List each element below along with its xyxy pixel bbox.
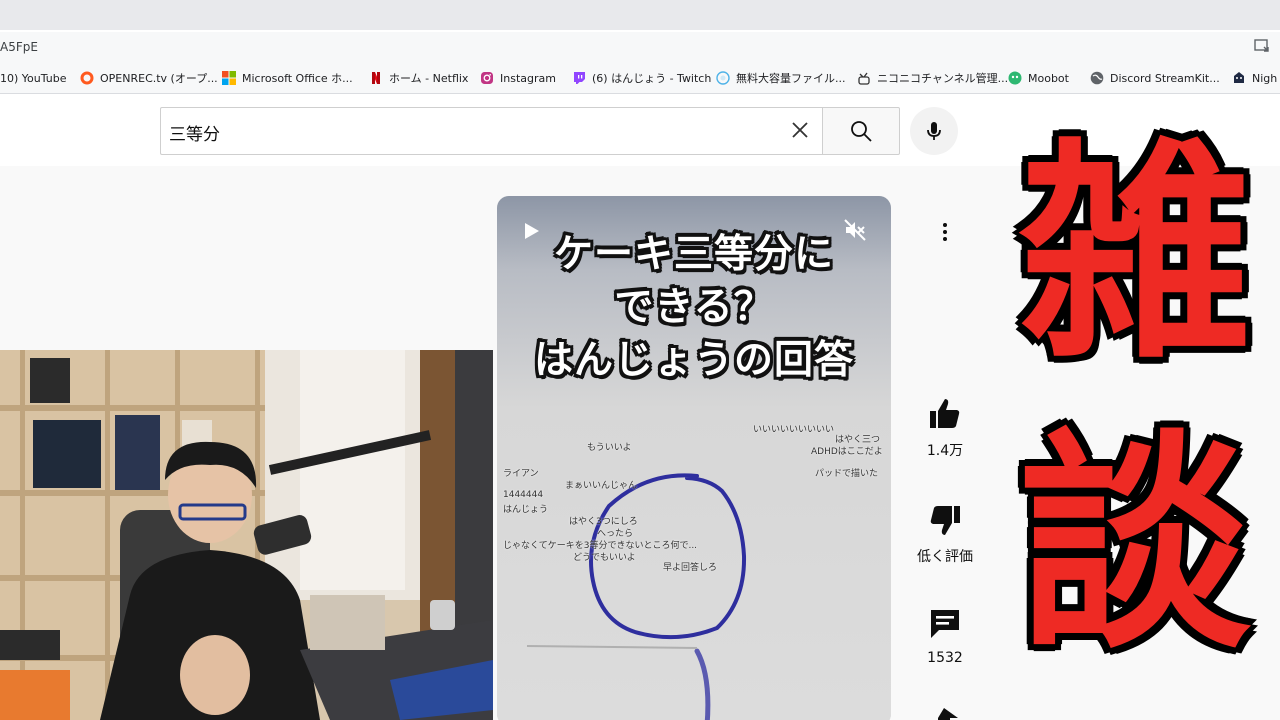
clear-search-button[interactable] xyxy=(786,116,814,144)
moobot-icon xyxy=(1008,71,1022,85)
bookmark-youtube[interactable]: 10) YouTube xyxy=(0,70,67,86)
webcam-feed xyxy=(0,350,493,720)
comment-text: ADHDはここだよ xyxy=(811,447,883,457)
globe-icon xyxy=(1090,71,1104,85)
bookmark-file-transfer[interactable]: 無料大容量ファイル... xyxy=(716,70,846,86)
bookmark-instagram[interactable]: Instagram xyxy=(480,70,556,86)
install-app-icon[interactable] xyxy=(1254,38,1270,54)
bookmark-netflix[interactable]: ホーム - Netflix xyxy=(369,70,468,86)
comment-text: はんじょう xyxy=(503,505,549,515)
comment-icon xyxy=(931,610,959,638)
comments-button[interactable]: 1532 xyxy=(905,606,985,666)
like-count: 1.4万 xyxy=(926,443,964,459)
bookmark-nightbot[interactable]: Nigh xyxy=(1232,70,1277,86)
file-transfer-icon xyxy=(716,71,730,85)
comment-text: まぁいいんじゃん xyxy=(565,481,638,491)
comment-text: 早よ回答しろ xyxy=(663,563,718,573)
more-vert-icon xyxy=(943,223,947,241)
search-input[interactable]: 三等分 xyxy=(160,107,823,155)
mute-icon[interactable] xyxy=(843,218,867,242)
search-button[interactable] xyxy=(822,107,900,155)
comment-text: どうでもいいよ xyxy=(573,553,636,563)
bookmark-microsoft-office[interactable]: Microsoft Office ホ... xyxy=(222,70,353,86)
nightbot-icon xyxy=(1234,72,1244,83)
microsoft-icon xyxy=(222,71,236,85)
dislike-label: 低く評価 xyxy=(917,549,973,565)
bookmarks-bar: 10) YouTube OPENREC.tv (オープ... Microsoft… xyxy=(0,62,1280,94)
address-bar[interactable]: A5FpE xyxy=(0,32,1280,62)
close-icon xyxy=(792,122,808,138)
share-icon[interactable] xyxy=(930,708,960,720)
comment-text: パッドで描いた xyxy=(815,469,879,479)
search-icon xyxy=(851,121,872,142)
more-options-button[interactable] xyxy=(929,216,961,248)
comment-text: いいいいいいいいい xyxy=(753,425,835,435)
search-query-text[interactable]: 三等分 xyxy=(169,120,220,145)
browser-tab-strip xyxy=(0,0,1280,30)
instagram-icon xyxy=(481,72,493,84)
openrec-icon xyxy=(80,71,94,85)
bookmark-niconico[interactable]: ニコニコチャンネル管理... xyxy=(857,70,1008,86)
bookmark-twitch[interactable]: (6) はんじょう - Twitch xyxy=(572,70,711,86)
thumbs-up-icon xyxy=(930,399,960,428)
dislike-button[interactable]: 低く評価 xyxy=(905,502,985,566)
comment-text: もういいよ xyxy=(587,443,632,453)
play-icon[interactable] xyxy=(524,222,540,240)
streamer-webcam-image xyxy=(0,350,493,720)
netflix-icon xyxy=(372,72,380,84)
thumbnail-overlay-title: 雑 談 xyxy=(1018,120,1251,680)
voice-search-button[interactable] xyxy=(910,107,958,155)
url-text[interactable]: A5FpE xyxy=(0,40,38,54)
video-title-overlay: ケーキ三等分に できる？ はんじょうの回答 xyxy=(533,232,854,383)
shorts-video-player[interactable]: ケーキ三等分に できる？ はんじょうの回答 もういいよ まぁいいんじゃん ライア… xyxy=(497,196,891,720)
like-button[interactable]: 1.4万 xyxy=(905,396,985,460)
niconico-icon xyxy=(858,72,870,85)
microphone-icon xyxy=(927,122,941,140)
twitch-icon xyxy=(574,72,585,84)
bookmark-moobot[interactable]: Moobot xyxy=(1008,70,1069,86)
comment-text: 1444444 xyxy=(503,490,544,500)
thumbs-down-icon xyxy=(930,506,960,535)
comment-text: ライアン xyxy=(503,469,539,479)
comment-count: 1532 xyxy=(927,650,963,666)
bookmark-discord-streamkit[interactable]: Discord StreamKit... xyxy=(1090,70,1220,86)
bookmark-openrec[interactable]: OPENREC.tv (オープ... xyxy=(80,70,218,86)
